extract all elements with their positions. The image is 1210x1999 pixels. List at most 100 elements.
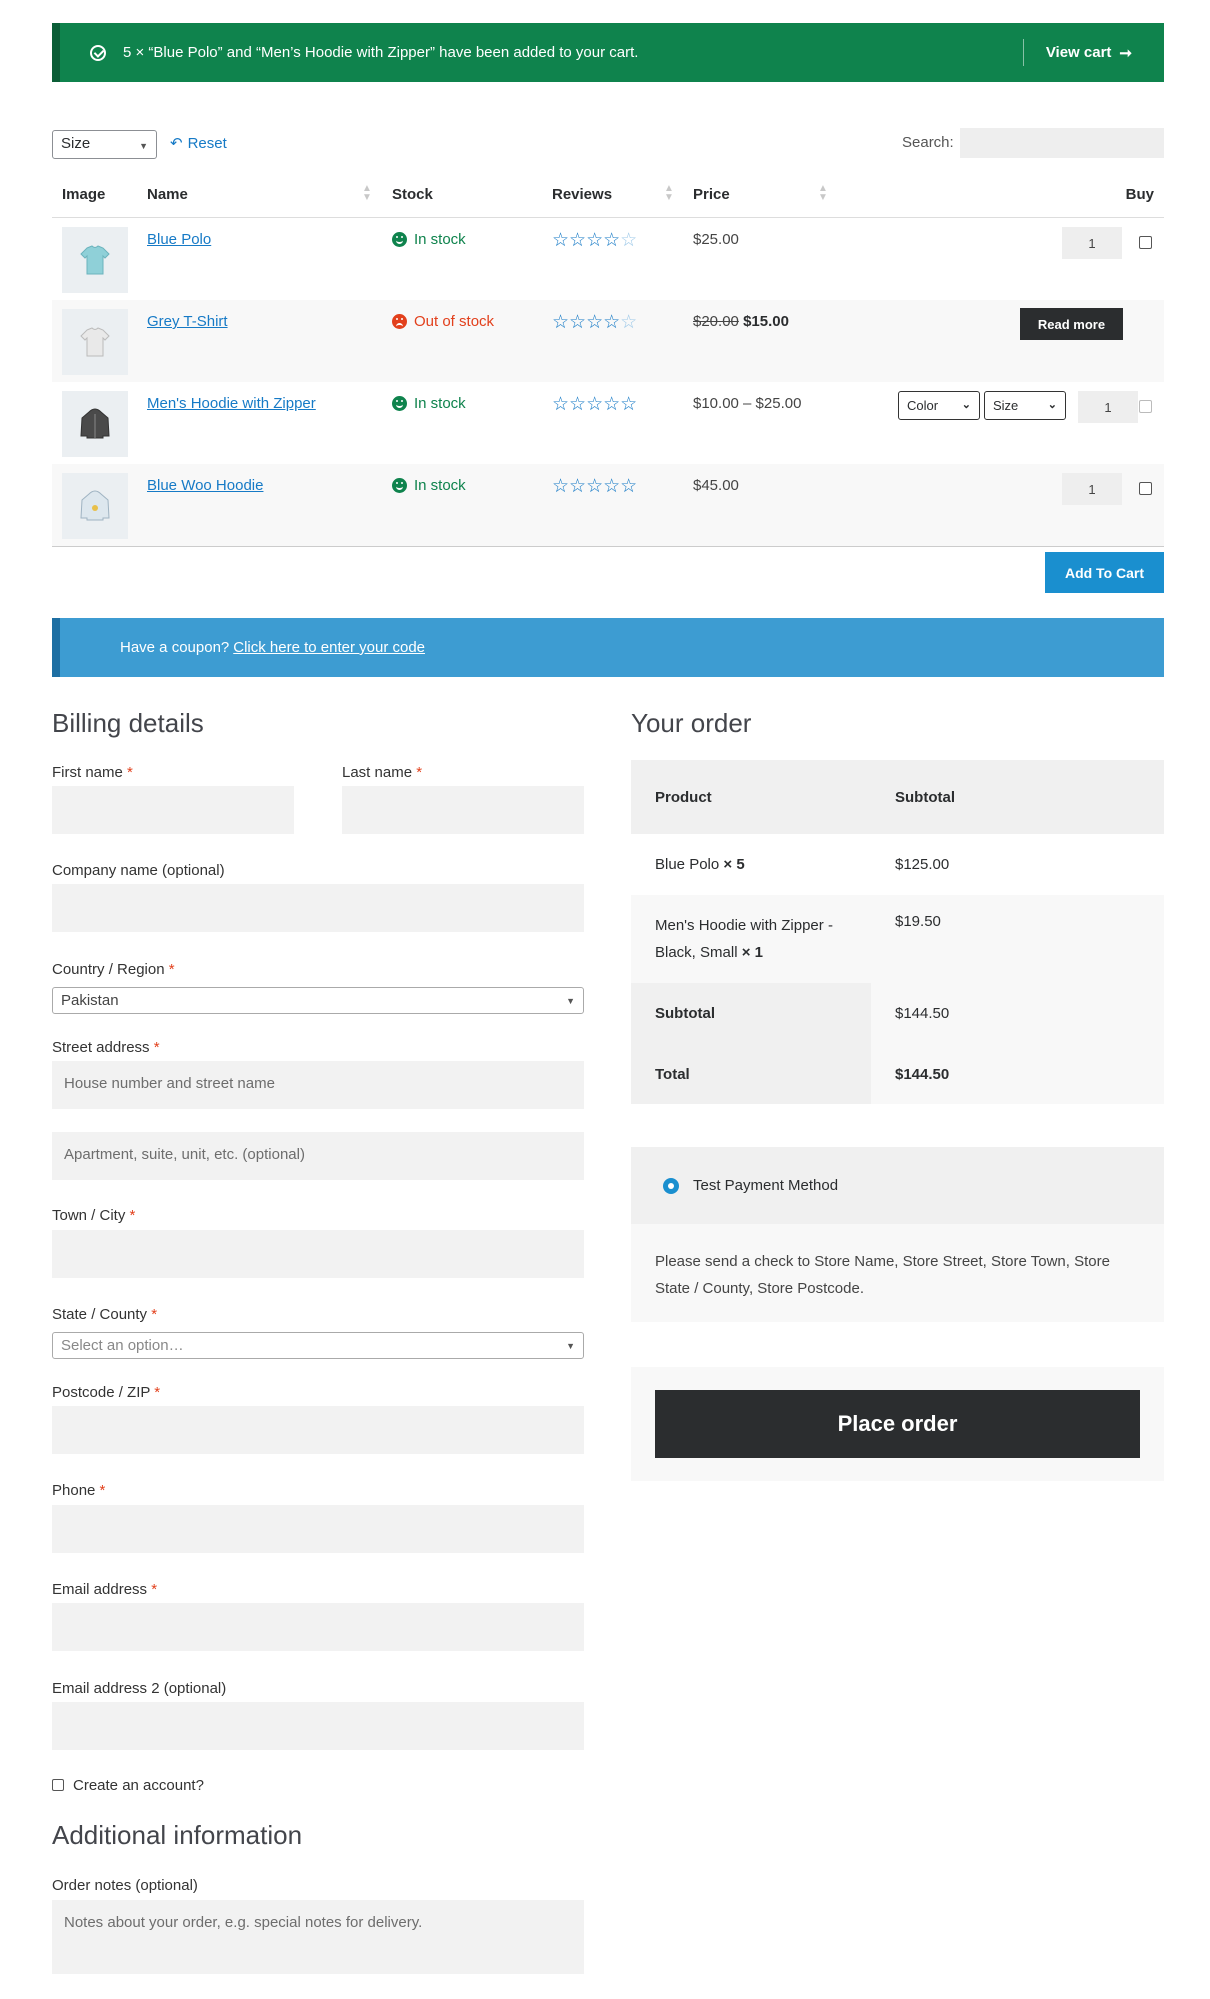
order-item-subtotal: $19.50 bbox=[895, 913, 941, 930]
product-link[interactable]: Grey T-Shirt bbox=[147, 313, 228, 330]
col-subtotal: Subtotal bbox=[895, 788, 955, 806]
product-table: Image Name ▲ ▼ Stock Reviews ▲ ▼ Price ▲ ▼ … bbox=[52, 172, 1164, 547]
size-filter-select[interactable]: Size ▼ bbox=[52, 130, 157, 159]
product-thumbnail[interactable] bbox=[62, 309, 128, 375]
header-price[interactable]: Price bbox=[693, 186, 730, 203]
size-filter-value: Size bbox=[61, 135, 91, 152]
subtotal-label: Subtotal bbox=[631, 983, 871, 1044]
subtotal-value: $144.50 bbox=[871, 983, 1164, 1044]
country-select[interactable]: Pakistan ▼ bbox=[52, 987, 584, 1014]
coupon-link[interactable]: Click here to enter your code bbox=[233, 639, 425, 656]
required-mark: * bbox=[127, 764, 133, 781]
email2-field[interactable] bbox=[52, 1702, 584, 1750]
payment-methods: Test Payment Method Please send a check … bbox=[631, 1147, 1164, 1322]
reset-link[interactable]: ↶ Reset bbox=[170, 134, 227, 153]
product-link[interactable]: Blue Polo bbox=[147, 231, 211, 248]
order-title: Your order bbox=[631, 708, 752, 738]
state-label: State / County * bbox=[52, 1306, 157, 1323]
payment-description: Please send a check to Store Name, Store… bbox=[631, 1224, 1164, 1322]
color-select[interactable]: Color ⌄ bbox=[898, 391, 980, 420]
sort-icon[interactable]: ▲ ▼ bbox=[362, 184, 372, 203]
first-name-field[interactable] bbox=[52, 786, 294, 834]
buy-checkbox[interactable] bbox=[1139, 400, 1152, 413]
quantity-input[interactable]: 1 bbox=[1062, 473, 1122, 505]
product-link[interactable]: Blue Woo Hoodie bbox=[147, 477, 263, 494]
product-thumbnail[interactable] bbox=[62, 227, 128, 293]
stock-status: Out of stock bbox=[392, 313, 494, 330]
phone-field[interactable] bbox=[52, 1505, 584, 1553]
quantity-input[interactable]: 1 bbox=[1062, 227, 1122, 259]
required-mark: * bbox=[151, 1581, 158, 1598]
buy-checkbox[interactable] bbox=[1139, 236, 1152, 249]
order-item-row: Men's Hoodie with Zipper - Black, Small … bbox=[631, 895, 1164, 983]
payment-method-option[interactable]: Test Payment Method bbox=[631, 1147, 1164, 1224]
stock-label: In stock bbox=[414, 231, 466, 248]
smile-icon bbox=[392, 396, 407, 411]
stock-status: In stock bbox=[392, 477, 466, 494]
frown-icon bbox=[392, 314, 407, 329]
add-to-cart-button[interactable]: Add To Cart bbox=[1045, 552, 1164, 593]
read-more-button[interactable]: Read more bbox=[1020, 308, 1123, 340]
payment-method-label[interactable]: Test Payment Method bbox=[693, 1177, 838, 1194]
search-label: Search: bbox=[902, 134, 954, 151]
company-field[interactable] bbox=[52, 884, 584, 932]
order-item-name: Men's Hoodie with Zipper - Black, Small … bbox=[631, 895, 871, 983]
product-link[interactable]: Men's Hoodie with Zipper bbox=[147, 395, 316, 412]
rating-stars: ☆☆☆☆☆ bbox=[552, 230, 638, 251]
order-item-subtotal: $125.00 bbox=[895, 856, 950, 873]
sort-icon[interactable]: ▲ ▼ bbox=[664, 184, 674, 203]
radio-selected-icon[interactable] bbox=[663, 1177, 679, 1194]
size-select-value: Size bbox=[993, 398, 1019, 413]
quantity-input[interactable]: 1 bbox=[1078, 391, 1138, 423]
create-account-checkbox[interactable] bbox=[52, 1779, 64, 1791]
header-reviews[interactable]: Reviews bbox=[552, 186, 612, 203]
price: $10.00 – $25.00 bbox=[693, 395, 802, 412]
header-name[interactable]: Name bbox=[147, 186, 188, 203]
product-thumbnail[interactable] bbox=[62, 391, 128, 457]
create-account-label[interactable]: Create an account? bbox=[73, 1777, 204, 1794]
required-mark: * bbox=[153, 1039, 160, 1056]
notice-divider bbox=[1023, 39, 1024, 66]
state-select[interactable]: Select an option… ▼ bbox=[52, 1332, 584, 1359]
smile-icon bbox=[392, 232, 407, 247]
size-select[interactable]: Size ⌄ bbox=[984, 391, 1066, 420]
last-name-label: Last name * bbox=[342, 764, 422, 781]
place-order-button[interactable]: Place order bbox=[655, 1390, 1140, 1458]
order-notes-field[interactable]: Notes about your order, e.g. special not… bbox=[52, 1900, 584, 1974]
order-item-row: Blue Polo × 5 $125.00 bbox=[631, 834, 1164, 895]
notice-message: 5 × “Blue Polo” and “Men’s Hoodie with Z… bbox=[123, 44, 639, 61]
last-name-field[interactable] bbox=[342, 786, 584, 834]
item-name-wrap: Men's Hoodie with Zipper - Black, Small … bbox=[655, 912, 847, 966]
country-label: Country / Region * bbox=[52, 961, 175, 978]
chevron-down-icon: ▼ bbox=[566, 996, 575, 1006]
buy-checkbox[interactable] bbox=[1139, 482, 1152, 495]
product-thumbnail[interactable] bbox=[62, 473, 128, 539]
subtotal-row: Subtotal $144.50 bbox=[631, 983, 1164, 1044]
sort-icon[interactable]: ▲ ▼ bbox=[818, 184, 828, 203]
search-input[interactable] bbox=[960, 128, 1164, 158]
town-field[interactable] bbox=[52, 1230, 584, 1278]
state-label-text: State / County bbox=[52, 1306, 148, 1323]
view-cart-label: View cart bbox=[1045, 44, 1112, 61]
coupon-text: Have a coupon? bbox=[120, 639, 230, 656]
postcode-label-text: Postcode / ZIP bbox=[52, 1384, 151, 1401]
color-select-value: Color bbox=[907, 398, 939, 413]
email-label: Email address * bbox=[52, 1581, 157, 1598]
view-cart-link[interactable]: View cart ➞ bbox=[1046, 44, 1132, 62]
cart-notice: 5 × “Blue Polo” and “Men’s Hoodie with Z… bbox=[52, 23, 1164, 82]
postcode-field[interactable] bbox=[52, 1406, 584, 1454]
country-value: Pakistan bbox=[61, 992, 119, 1009]
item-qty: × 1 bbox=[741, 944, 763, 961]
town-label-text: Town / City bbox=[52, 1207, 126, 1224]
street-address-field[interactable]: House number and street name bbox=[52, 1061, 584, 1109]
required-mark: * bbox=[151, 1306, 158, 1323]
stock-status: In stock bbox=[392, 395, 466, 412]
email-label-text: Email address bbox=[52, 1581, 148, 1598]
email-field[interactable] bbox=[52, 1603, 584, 1651]
price: $45.00 bbox=[693, 477, 739, 494]
stock-label: Out of stock bbox=[414, 313, 495, 330]
street-address-2-field[interactable]: Apartment, suite, unit, etc. (optional) bbox=[52, 1132, 584, 1180]
company-label: Company name (optional) bbox=[52, 862, 225, 879]
town-label: Town / City * bbox=[52, 1207, 135, 1224]
table-row: Grey T-Shirt Out of stock ☆☆☆☆☆ $20.00 $… bbox=[52, 300, 1164, 382]
